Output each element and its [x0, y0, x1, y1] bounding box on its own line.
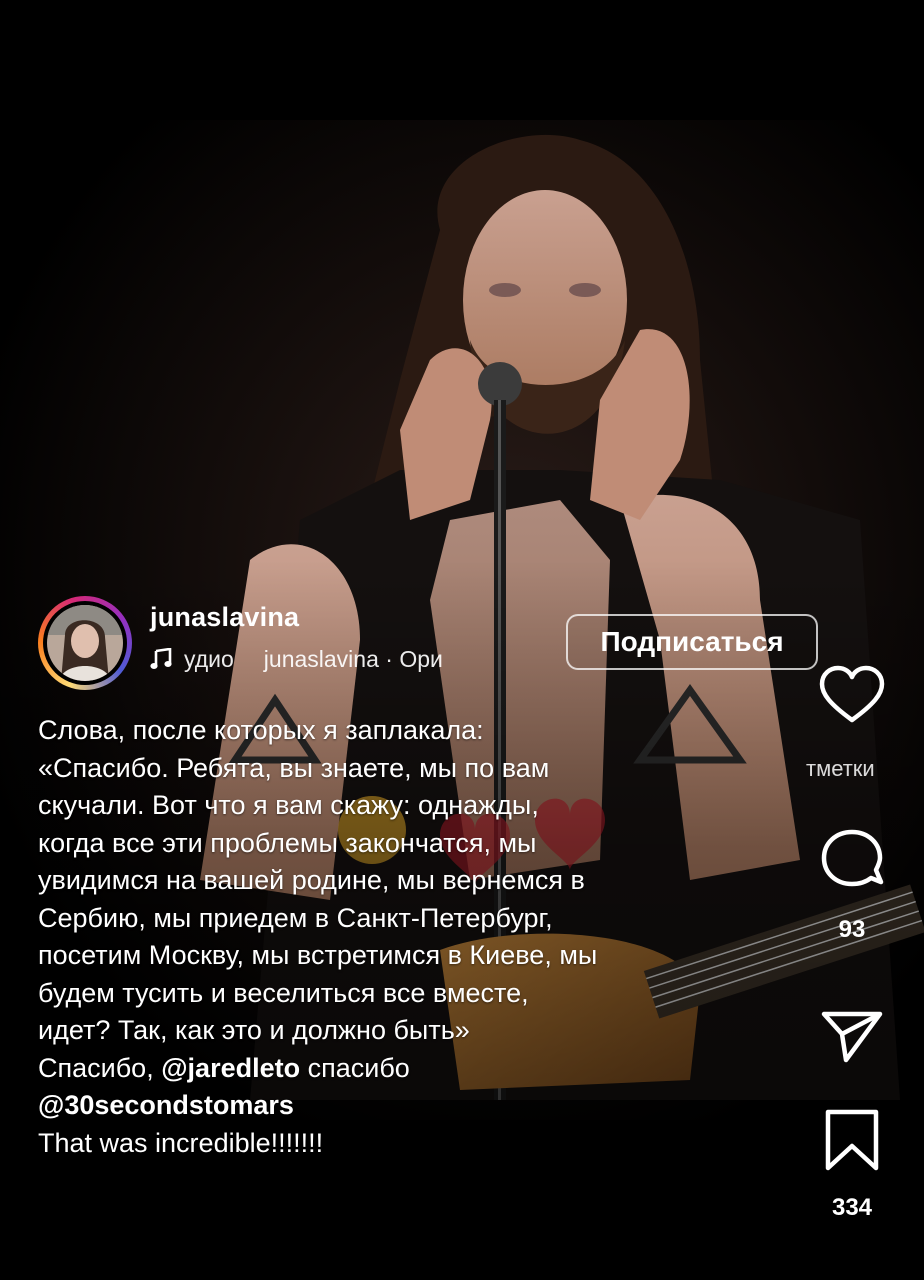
caption-line: увидимся на вашей родине, мы вернемся в	[38, 865, 585, 895]
bookmark-icon	[825, 1109, 879, 1171]
audio-attribution[interactable]: удио junaslavina · Ори	[150, 646, 580, 676]
comments-count: 93	[838, 916, 866, 943]
caption-line: будем тусить и веселиться все вместе,	[38, 977, 529, 1008]
audio-label: удио	[184, 646, 234, 672]
caption-line: Сербию, мы приедем в Санкт-Петербург,	[38, 902, 553, 933]
caption-thanks-suffix: спасибо	[307, 1052, 410, 1083]
caption-line: идет? Так, как это и должно быть»	[38, 1015, 470, 1045]
caption-line: «Спасибо. Ребята, вы знаете, мы по вам	[38, 752, 550, 783]
caption-line: скучали. Вот что я вам скажу: однажды,	[38, 790, 539, 820]
caption[interactable]: Слова, после которых я заплакала: «Спаси…	[38, 712, 768, 1162]
caption-line: Слова, после которых я заплакала:	[38, 715, 484, 745]
avatar-image	[47, 605, 123, 681]
mention-30secondstomars[interactable]: @30secondstomars	[38, 1087, 768, 1125]
send-icon	[821, 1011, 883, 1063]
audio-source: junaslavina · Ори	[263, 646, 443, 672]
caption-thanks-line: Спасибо, @jaredleto спасибо	[38, 1050, 768, 1088]
save-button[interactable]	[782, 1108, 922, 1179]
like-label: тметки	[806, 756, 875, 781]
like-button[interactable]	[782, 664, 922, 735]
share-button[interactable]	[782, 1006, 922, 1071]
mention-jaredleto[interactable]: @jaredleto	[161, 1053, 300, 1083]
author-username[interactable]: junaslavina	[150, 602, 299, 633]
saves-count: 334	[831, 1194, 873, 1221]
comment-button[interactable]	[782, 828, 922, 899]
music-note-icon	[150, 646, 176, 673]
caption-line: посетим Москву, мы встретимся в Киеве, м…	[38, 940, 598, 970]
author-row: junaslavina удио junaslavina · Ори	[38, 596, 598, 690]
caption-thanks-prefix: Спасибо,	[38, 1052, 154, 1083]
comment-icon	[821, 829, 884, 887]
heart-icon	[819, 665, 885, 723]
caption-line: когда все эти проблемы закончатся, мы	[38, 827, 537, 858]
avatar[interactable]	[38, 596, 132, 690]
follow-button[interactable]: Подписаться	[566, 614, 818, 670]
caption-closing: That was incredible!!!!!!!	[38, 1127, 324, 1158]
